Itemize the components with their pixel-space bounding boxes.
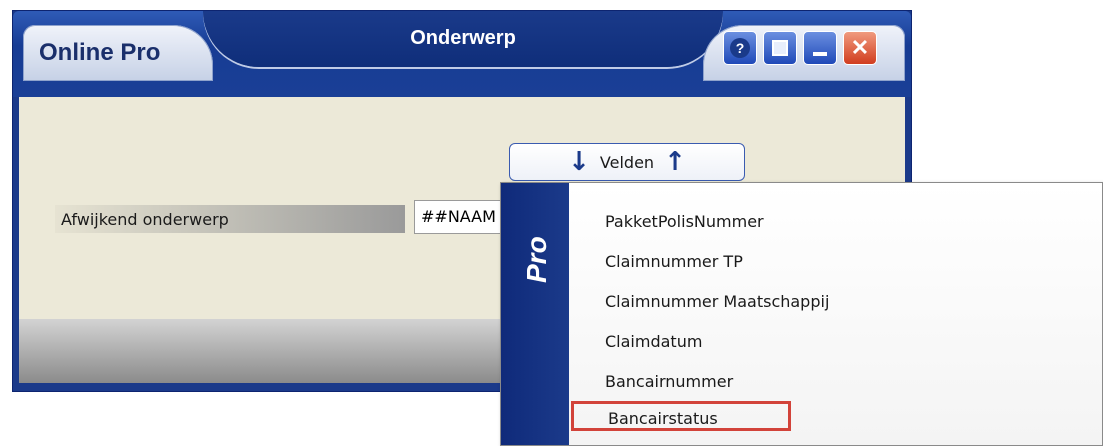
minimize-icon	[813, 52, 827, 56]
app-title-tab: Online Pro	[23, 25, 213, 81]
velden-label: Velden	[599, 152, 655, 172]
close-icon: ✕	[850, 35, 870, 60]
menu-side-bar: Pro	[501, 183, 569, 445]
menu-item-bancairstatus[interactable]: Bancairstatus	[571, 401, 791, 431]
dialog-title: Onderwerp	[410, 27, 516, 49]
menu-items-area: PakketPolisNummer Claimnummer TP Claimnu…	[569, 183, 1102, 445]
arrow-up-icon: ↑	[664, 147, 686, 177]
help-icon: ?	[730, 38, 750, 58]
app-title: Online Pro	[39, 39, 161, 66]
fields-dropdown-menu: Pro PakketPolisNummer Claimnummer TP Cla…	[500, 182, 1103, 446]
menu-item-pakketpolisnummer[interactable]: PakketPolisNummer	[605, 207, 764, 237]
field-label-box: Afwijkend onderwerp	[55, 205, 405, 233]
velden-button[interactable]: ↓ Velden ↑	[509, 143, 745, 181]
menu-item-claimnummer-tp[interactable]: Claimnummer TP	[605, 247, 743, 277]
minimize-button[interactable]	[803, 31, 837, 65]
menu-item-bancairnummer[interactable]: Bancairnummer	[605, 367, 733, 397]
dialog-title-area: Onderwerp	[203, 11, 723, 67]
title-bar[interactable]: Online Pro Onderwerp ? ✕	[13, 11, 911, 97]
restore-icon	[772, 40, 788, 56]
menu-side-label: Pro	[521, 236, 552, 283]
help-button[interactable]: ?	[723, 31, 757, 65]
arrow-down-icon: ↓	[568, 147, 590, 177]
close-button[interactable]: ✕	[843, 31, 877, 65]
menu-item-claimnummer-maatschappij[interactable]: Claimnummer Maatschappij	[605, 287, 829, 317]
restore-button[interactable]	[763, 31, 797, 65]
field-label: Afwijkend onderwerp	[61, 210, 229, 229]
menu-item-claimdatum[interactable]: Claimdatum	[605, 327, 702, 357]
